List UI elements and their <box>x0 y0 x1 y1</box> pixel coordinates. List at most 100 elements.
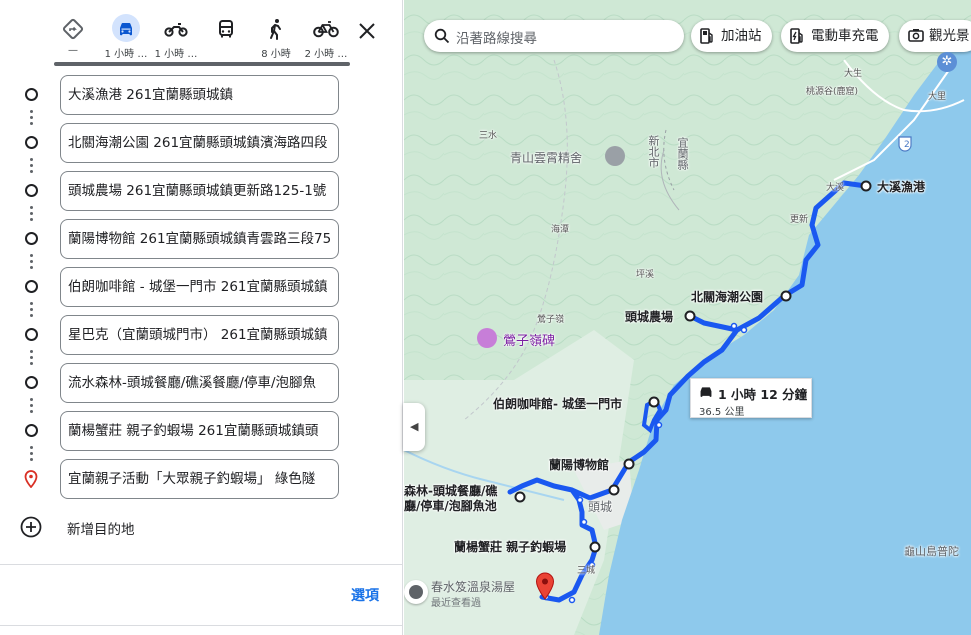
map-label-farm[interactable]: 頭城農場 <box>625 308 673 325</box>
bicycle-icon <box>312 14 340 42</box>
map-small-label: 更新 <box>790 215 809 225</box>
chip-label: 觀光景 <box>929 28 970 44</box>
route-duration: 1 小時 12 分鐘 <box>718 387 808 402</box>
map-small-label: 大生 <box>844 69 863 79</box>
map-small-label: 三水 <box>479 131 498 141</box>
map-label-yingzi[interactable]: 鶯子嶺碑 <box>503 330 555 349</box>
temple-icon <box>605 146 625 166</box>
stop-circle-icon <box>25 424 38 437</box>
camera-icon <box>908 29 924 42</box>
stop-input[interactable]: 星巴克（宜蘭頭城門市） 261宜蘭縣頭城鎮 <box>60 315 339 355</box>
mode-time-label: 2 小時 … <box>304 49 348 60</box>
stop-input[interactable]: 頭城農場 261宜蘭縣頭城鎮更新路125-1號 <box>60 171 339 211</box>
mode-time-label: 1 小時 … <box>154 49 198 60</box>
map-county-label: 新北市 <box>647 135 660 168</box>
mode-time-label: — <box>68 45 78 56</box>
add-circle-icon <box>20 516 42 538</box>
route-distance: 36.5 公里 <box>699 407 745 418</box>
map-county-label: 宜蘭縣 <box>676 137 689 170</box>
stop-circle-icon <box>25 88 38 101</box>
chip-ev-charging[interactable]: 電動車充電 <box>781 20 889 52</box>
stop-circle-icon <box>25 232 38 245</box>
close-directions-button[interactable] <box>354 18 380 44</box>
mode-cycling[interactable]: 2 小時 … <box>303 14 349 62</box>
add-destination-label: 新增目的地 <box>67 522 135 538</box>
map-small-label: 海潭 <box>551 225 570 235</box>
travel-mode-bar: — 1 小時 … 1 小時 … 8 小時 2 小時 … <box>50 14 395 64</box>
stop-input[interactable]: 宜蘭親子活動「大眾親子釣蝦場」 綠色隧 <box>60 459 339 499</box>
motorcycle-icon <box>162 14 190 42</box>
mode-time-label: 1 小時 … <box>104 49 148 60</box>
chip-label: 電動車充電 <box>811 28 879 44</box>
route-stop: 伯朗咖啡館 - 城堡一門市 261宜蘭縣頭城鎮 <box>0 267 403 307</box>
search-along-route-input[interactable]: 沿著路線搜尋 <box>424 20 684 52</box>
stop-circle-icon <box>25 328 38 341</box>
gas-pump-icon <box>700 28 713 44</box>
bus-icon <box>212 14 240 42</box>
recent-place-name: 春水笈溫泉湯屋 <box>431 580 516 594</box>
map-label-beiguan[interactable]: 北關海潮公園 <box>691 288 763 305</box>
route-stop: 蘭楊蟹莊 親子釣蝦場 261宜蘭縣頭城鎮頭 <box>0 411 403 451</box>
map-small-label: 大里 <box>928 92 947 102</box>
map-label-crab[interactable]: 蘭楊蟹莊 親子釣蝦場 <box>454 538 566 555</box>
walking-icon <box>262 14 290 42</box>
chevron-left-icon: ◀ <box>410 420 419 433</box>
recent-place-subtitle: 最近查看過 <box>431 598 481 609</box>
mode-time-label: 8 小時 <box>261 49 291 60</box>
mode-motorcycle[interactable]: 1 小時 … <box>153 14 199 62</box>
map-label-guishan: 龜山島普陀 <box>904 545 959 558</box>
close-icon <box>359 23 375 39</box>
map-canvas[interactable]: 大溪漁港 北關海潮公園 頭城農場 伯朗咖啡館- 城堡一門市 蘭陽博物館 森林-頭… <box>404 0 971 635</box>
stop-input[interactable]: 蘭陽博物館 261宜蘭縣頭城鎮青雲路三段75 <box>60 219 339 259</box>
chip-gas-station[interactable]: 加油站 <box>691 20 772 52</box>
settings-gear-icon[interactable]: ✲ <box>937 52 957 72</box>
stop-circle-icon <box>25 184 38 197</box>
map-small-label: 三城 <box>577 566 596 576</box>
mode-walking[interactable]: 8 小時 <box>253 14 299 62</box>
route-stop: 頭城農場 261宜蘭縣頭城鎮更新路125-1號 <box>0 171 403 211</box>
mode-best-route[interactable]: — <box>50 14 96 62</box>
map-small-label: 鶯子嶺 <box>537 315 565 325</box>
map-small-label: 大溪 <box>826 183 845 193</box>
stop-input[interactable]: 大溪漁港 261宜蘭縣頭城鎮 <box>60 75 339 115</box>
destination-marker-icon[interactable] <box>535 572 555 600</box>
search-icon <box>434 28 450 44</box>
destination-pin-icon <box>24 470 38 488</box>
recent-place-icon <box>404 580 428 604</box>
stop-input[interactable]: 蘭楊蟹莊 親子釣蝦場 261宜蘭縣頭城鎮頭 <box>60 411 339 451</box>
search-placeholder: 沿著路線搜尋 <box>456 31 537 47</box>
stop-circle-icon <box>25 136 38 149</box>
map-small-label: 桃源谷(鹿窟) <box>806 87 859 97</box>
map-label-brown-coffee[interactable]: 伯朗咖啡館- 城堡一門市 <box>493 395 622 412</box>
mode-transit[interactable] <box>203 14 249 62</box>
monument-icon <box>477 328 497 348</box>
stop-circle-icon <box>25 376 38 389</box>
route-stop: 流水森林-頭城餐廳/礁溪餐廳/停車/泡腳魚 <box>0 363 403 403</box>
chip-attractions[interactable]: 觀光景 <box>899 20 971 52</box>
stop-input[interactable]: 流水森林-頭城餐廳/礁溪餐廳/停車/泡腳魚 <box>60 363 339 403</box>
mode-bar-scrollbar[interactable] <box>54 62 350 66</box>
route-stop: 蘭陽博物館 261宜蘭縣頭城鎮青雲路三段75 <box>0 219 403 259</box>
route-stop: 北關海潮公園 261宜蘭縣頭城鎮濱海路四段 <box>0 123 403 163</box>
chip-label: 加油站 <box>721 28 762 44</box>
stop-input[interactable]: 伯朗咖啡館 - 城堡一門市 261宜蘭縣頭城鎮 <box>60 267 339 307</box>
map-label-qingshan[interactable]: 青山雲霄精舍 <box>510 149 582 166</box>
route-stop-destination: 宜蘭親子活動「大眾親子釣蝦場」 綠色隧 <box>0 459 403 499</box>
collapse-panel-button[interactable]: ◀ <box>403 403 425 451</box>
mode-driving[interactable]: 1 小時 … <box>103 14 149 62</box>
directions-diamond-icon <box>59 14 87 42</box>
options-button[interactable]: 選項 <box>351 585 379 605</box>
stop-input[interactable]: 北關海潮公園 261宜蘭縣頭城鎮濱海路四段 <box>60 123 339 163</box>
directions-panel: — 1 小時 … 1 小時 … 8 小時 2 小時 … 大溪漁港 261宜蘭縣頭… <box>0 0 403 635</box>
route-stop: 星巴克（宜蘭頭城門市） 261宜蘭縣頭城鎮 <box>0 315 403 355</box>
route-stop: 大溪漁港 261宜蘭縣頭城鎮 <box>0 75 403 115</box>
map-label-forest-2[interactable]: 廳/停車/泡腳魚池 <box>404 497 497 514</box>
map-label-museum[interactable]: 蘭陽博物館 <box>549 456 609 473</box>
ev-charging-icon <box>790 28 803 44</box>
options-bar: 選項 <box>0 564 403 626</box>
stop-circle-icon <box>25 280 38 293</box>
route-shield-label: 2 <box>904 140 910 150</box>
route-info-card[interactable]: 1 小時 12 分鐘 36.5 公里 <box>690 378 812 418</box>
map-label-daxi[interactable]: 大溪漁港 <box>877 178 925 195</box>
car-icon <box>700 387 712 397</box>
